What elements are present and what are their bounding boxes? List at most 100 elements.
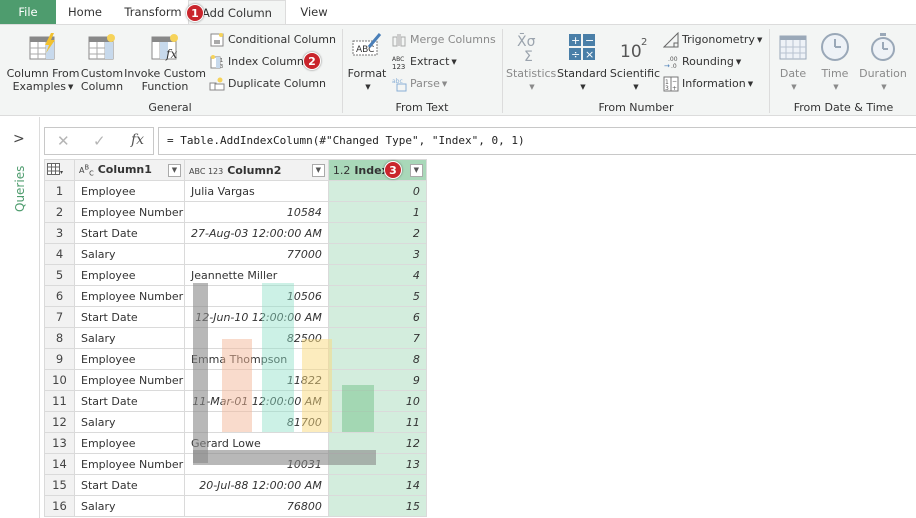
cell-index[interactable]: 7 (327, 327, 427, 349)
cell-index[interactable]: 0 (327, 180, 427, 202)
row-number[interactable]: 13 (44, 432, 75, 454)
cell-index[interactable]: 9 (327, 369, 427, 391)
cell-column1[interactable]: Employee Number (74, 453, 185, 475)
row-number[interactable]: 1 (44, 180, 75, 202)
cell-index[interactable]: 1 (327, 201, 427, 223)
conditional-column-button[interactable]: Conditional Column (209, 30, 336, 50)
table-row[interactable]: 16 Salary 76800 15 (44, 495, 427, 517)
row-number[interactable]: 5 (44, 264, 75, 286)
row-number[interactable]: 10 (44, 369, 75, 391)
custom-column-button[interactable]: Custom Column (80, 31, 124, 93)
table-row[interactable]: 9 Employee Emma Thompson 8 (44, 348, 427, 370)
tab-home[interactable]: Home (56, 0, 114, 24)
column1-filter-dropdown[interactable]: ▼ (168, 164, 181, 177)
row-number[interactable]: 14 (44, 453, 75, 475)
merge-columns-button[interactable]: Merge Columns (391, 30, 496, 50)
duplicate-column-button[interactable]: Duplicate Column (209, 74, 326, 94)
cell-column2[interactable]: 20-Jul-88 12:00:00 AM (184, 474, 329, 496)
commit-formula-icon[interactable]: ✓ (93, 132, 106, 150)
table-row[interactable]: 10 Employee Number 11822 9 (44, 369, 427, 391)
cell-column1[interactable]: Employee (74, 264, 185, 286)
table-row[interactable]: 15 Start Date 20-Jul-88 12:00:00 AM 14 (44, 474, 427, 496)
cell-index[interactable]: 11 (327, 411, 427, 433)
cell-index[interactable]: 2 (327, 222, 427, 244)
cell-column1[interactable]: Start Date (74, 222, 185, 244)
cell-column2[interactable]: 11822 (184, 369, 329, 391)
extract-button[interactable]: ABC 123 Extract ▼ (391, 52, 457, 72)
trigonometry-button[interactable]: Trigonometry ▼ (663, 30, 762, 50)
tab-transform[interactable]: Transform (118, 0, 188, 24)
row-number[interactable]: 12 (44, 411, 75, 433)
tab-view[interactable]: View (288, 0, 340, 24)
column-from-examples-button[interactable]: Column From Examples ▼ (6, 31, 80, 94)
row-number[interactable]: 2 (44, 201, 75, 223)
cell-column1[interactable]: Employee Number (74, 285, 185, 307)
insert-function-icon[interactable]: fx (131, 132, 144, 148)
table-row[interactable]: 5 Employee Jeannette Miller 4 (44, 264, 427, 286)
cell-column1[interactable]: Salary (74, 327, 185, 349)
parse-button[interactable]: abc Parse ▼ (391, 74, 447, 94)
index-column-button[interactable]: 1 3 Index Column (209, 52, 304, 72)
cell-column1[interactable]: Start Date (74, 390, 185, 412)
cell-column2[interactable]: Emma Thompson (184, 348, 329, 370)
cell-column2[interactable]: 81700 (184, 411, 329, 433)
row-number[interactable]: 15 (44, 474, 75, 496)
cancel-formula-icon[interactable]: ✕ (57, 132, 70, 150)
cell-column1[interactable]: Employee (74, 180, 185, 202)
table-row[interactable]: 3 Start Date 27-Aug-03 12:00:00 AM 2 (44, 222, 427, 244)
row-number[interactable]: 6 (44, 285, 75, 307)
cell-column1[interactable]: Employee Number (74, 369, 185, 391)
cell-index[interactable]: 8 (327, 348, 427, 370)
cell-column1[interactable]: Start Date (74, 474, 185, 496)
decimal-type-icon[interactable]: 1.2 (333, 164, 351, 177)
rounding-button[interactable]: .00 → .0 Rounding ▼ (663, 52, 741, 72)
cell-index[interactable]: 13 (327, 453, 427, 475)
cell-index[interactable]: 5 (327, 285, 427, 307)
cell-column2[interactable]: 10506 (184, 285, 329, 307)
cell-index[interactable]: 15 (327, 495, 427, 517)
time-button[interactable]: Time ▼ (816, 31, 854, 94)
cell-column2[interactable]: 11-Mar-01 12:00:00 AM (184, 390, 329, 412)
table-row[interactable]: 14 Employee Number 10031 13 (44, 453, 427, 475)
cell-index[interactable]: 10 (327, 390, 427, 412)
cell-column2[interactable]: Julia Vargas (184, 180, 329, 202)
table-row[interactable]: 7 Start Date 12-Jun-10 12:00:00 AM 6 (44, 306, 427, 328)
cell-column1[interactable]: Employee (74, 348, 185, 370)
row-number[interactable]: 8 (44, 327, 75, 349)
cell-column1[interactable]: Start Date (74, 306, 185, 328)
cell-column1[interactable]: Employee Number (74, 201, 185, 223)
tab-file[interactable]: File (0, 0, 56, 24)
cell-index[interactable]: 3 (327, 243, 427, 265)
table-row[interactable]: 12 Salary 81700 11 (44, 411, 427, 433)
cell-column2[interactable]: Jeannette Miller (184, 264, 329, 286)
formula-input[interactable]: = Table.AddIndexColumn(#"Changed Type", … (158, 127, 916, 155)
cell-column2[interactable]: 76800 (184, 495, 329, 517)
table-row[interactable]: 13 Employee Gerard Lowe 12 (44, 432, 427, 454)
expand-queries-chevron-icon[interactable]: > (13, 131, 25, 147)
cell-column2[interactable]: 77000 (184, 243, 329, 265)
standard-button[interactable]: + − ÷ × Standard ▼ (556, 31, 608, 94)
row-number[interactable]: 16 (44, 495, 75, 517)
row-number[interactable]: 3 (44, 222, 75, 244)
cell-column2[interactable]: 12-Jun-10 12:00:00 AM (184, 306, 329, 328)
row-number[interactable]: 4 (44, 243, 75, 265)
queries-panel-label[interactable]: Queries (13, 166, 27, 212)
cell-column2[interactable]: 10584 (184, 201, 329, 223)
cell-column1[interactable]: Salary (74, 411, 185, 433)
table-menu-button[interactable]: ▾ (44, 159, 75, 181)
cell-index[interactable]: 6 (327, 306, 427, 328)
table-row[interactable]: 8 Salary 82500 7 (44, 327, 427, 349)
table-row[interactable]: 1 Employee Julia Vargas 0 (44, 180, 427, 202)
any-type-icon[interactable]: ABC 123 (189, 167, 223, 176)
cell-column1[interactable]: Salary (74, 243, 185, 265)
row-number[interactable]: 7 (44, 306, 75, 328)
cell-column1[interactable]: Salary (74, 495, 185, 517)
cell-column2[interactable]: 82500 (184, 327, 329, 349)
table-row[interactable]: 6 Employee Number 10506 5 (44, 285, 427, 307)
column-header-column1[interactable]: ABC Column1 ▼ (74, 159, 185, 181)
row-number[interactable]: 9 (44, 348, 75, 370)
column2-filter-dropdown[interactable]: ▼ (311, 164, 325, 177)
table-row[interactable]: 4 Salary 77000 3 (44, 243, 427, 265)
cell-index[interactable]: 4 (327, 264, 427, 286)
table-row[interactable]: 2 Employee Number 10584 1 (44, 201, 427, 223)
